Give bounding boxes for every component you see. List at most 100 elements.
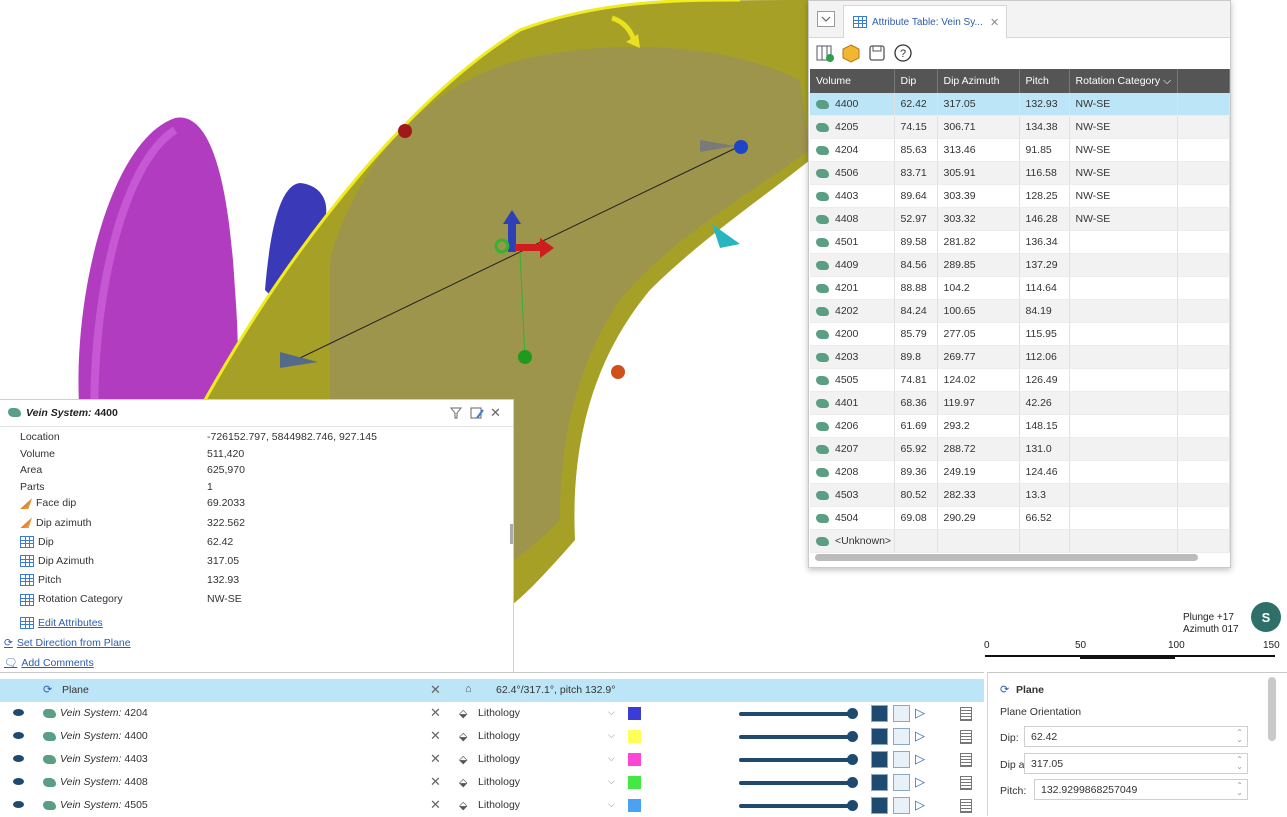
cell-dip-azimuth[interactable]: 290.29 (937, 506, 1020, 530)
cell-pitch[interactable]: 131.0 (1019, 437, 1070, 461)
slice-play-icon[interactable] (893, 705, 910, 722)
chevron-down-icon[interactable]: ⌵ (608, 707, 615, 718)
remove-icon[interactable]: ✕ (430, 728, 441, 744)
cell-rotation-category[interactable] (1069, 299, 1178, 323)
cell-pitch[interactable]: 124.46 (1019, 460, 1070, 484)
table-row[interactable]: 4202 84.24 100.65 84.19 (810, 299, 1230, 323)
cell-rotation-category[interactable] (1069, 345, 1178, 369)
dip-field[interactable]: 62.42 ⌃ ⌄ (1024, 726, 1248, 747)
table-row[interactable]: 4403 89.64 303.39 128.25 NW-SE (810, 184, 1230, 208)
cell-dip-azimuth[interactable]: 104.2 (937, 276, 1020, 300)
cell-dip-azimuth[interactable]: 288.72 (937, 437, 1020, 461)
cell-dip-azimuth[interactable]: 317.05 (937, 93, 1020, 116)
play-icon[interactable] (871, 728, 888, 745)
cell-volume[interactable]: 4207 (810, 437, 895, 461)
cell-rotation-category[interactable] (1069, 529, 1178, 553)
play-icon[interactable] (871, 751, 888, 768)
cell-dip[interactable]: 65.92 (894, 437, 938, 461)
table-row[interactable]: 4505 74.81 124.02 126.49 (810, 368, 1230, 392)
cell-volume[interactable]: 4401 (810, 391, 895, 415)
cell-dip[interactable]: 89.58 (894, 230, 938, 254)
cell-volume[interactable]: 4200 (810, 322, 895, 346)
remove-icon[interactable]: ✕ (430, 751, 441, 767)
opacity-slider[interactable] (739, 712, 853, 716)
cell-rotation-category[interactable] (1069, 391, 1178, 415)
colour-by-select[interactable]: Lithology (478, 753, 520, 765)
cell-pitch[interactable]: 84.19 (1019, 299, 1070, 323)
cell-dip[interactable]: 69.08 (894, 506, 938, 530)
cell-dip[interactable]: 84.24 (894, 299, 938, 323)
cell-volume[interactable]: 4400 (810, 93, 895, 116)
table-row[interactable]: 4401 68.36 119.97 42.26 (810, 391, 1230, 415)
cell-rotation-category[interactable] (1069, 414, 1178, 438)
table-row[interactable]: 4506 83.71 305.91 116.58 NW-SE (810, 161, 1230, 185)
filter-icon[interactable] (450, 407, 462, 419)
col-header-dip-azimuth[interactable]: Dip Azimuth (937, 69, 1020, 93)
colour-by-select[interactable]: Lithology (478, 707, 520, 719)
scene-row-plane[interactable]: ⟳ Plane ✕ ⌂ 62.4°/317.1°, pitch 132.9° (0, 679, 984, 702)
scene-row[interactable]: Vein System: 4408 ✕ ⬙ Lithology ⌵ ▷ (0, 771, 984, 794)
cell-dip-azimuth[interactable]: 269.77 (937, 345, 1020, 369)
scene-row[interactable]: Vein System: 4403 ✕ ⬙ Lithology ⌵ ▷ (0, 748, 984, 771)
cell-dip[interactable]: 85.63 (894, 138, 938, 162)
vertical-scrollbar[interactable] (1268, 677, 1276, 741)
cell-dip[interactable]: 80.52 (894, 483, 938, 507)
cell-dip-azimuth[interactable]: 124.02 (937, 368, 1020, 392)
cell-dip[interactable]: 74.15 (894, 115, 938, 139)
table-row[interactable]: 4204 85.63 313.46 91.85 NW-SE (810, 138, 1230, 162)
edit-table-icon[interactable] (470, 407, 484, 419)
slice-play-icon[interactable] (893, 797, 910, 814)
opacity-slider[interactable] (739, 804, 853, 808)
cell-dip[interactable]: 68.36 (894, 391, 938, 415)
slider-handle[interactable] (847, 708, 858, 719)
cube-icon[interactable] (841, 43, 861, 63)
cell-pitch[interactable]: 126.49 (1019, 368, 1070, 392)
cell-volume[interactable]: 4503 (810, 483, 895, 507)
horizontal-scrollbar[interactable] (815, 554, 1198, 561)
cell-pitch[interactable]: 146.28 (1019, 207, 1070, 231)
cell-dip[interactable]: 61.69 (894, 414, 938, 438)
table-row[interactable]: 4503 80.52 282.33 13.3 (810, 483, 1230, 507)
remove-icon[interactable]: ✕ (430, 797, 441, 813)
slice-play-icon[interactable] (893, 751, 910, 768)
outline-play-icon[interactable]: ▷ (915, 751, 930, 766)
table-row[interactable]: 4205 74.15 306.71 134.38 NW-SE (810, 115, 1230, 139)
play-icon[interactable] (871, 774, 888, 791)
outline-play-icon[interactable]: ▷ (915, 774, 930, 789)
slider-handle[interactable] (847, 731, 858, 742)
cell-pitch[interactable]: 136.34 (1019, 230, 1070, 254)
spinner-icon[interactable]: ⌃ ⌄ (1236, 729, 1243, 744)
col-header-pitch[interactable]: Pitch (1019, 69, 1070, 93)
cell-volume[interactable]: <Unknown> (810, 529, 895, 553)
cell-rotation-category[interactable] (1069, 253, 1178, 277)
colour-by-select[interactable]: Lithology (478, 730, 520, 742)
play-icon[interactable] (871, 705, 888, 722)
colour-by-select[interactable]: Lithology (478, 776, 520, 788)
opacity-slider[interactable] (739, 781, 853, 785)
cell-pitch[interactable]: 13.3 (1019, 483, 1070, 507)
cell-pitch[interactable] (1019, 529, 1070, 553)
colour-by-select[interactable]: Lithology (478, 799, 520, 811)
cell-dip-azimuth[interactable] (937, 529, 1020, 553)
cell-volume[interactable]: 4504 (810, 506, 895, 530)
cell-pitch[interactable]: 91.85 (1019, 138, 1070, 162)
cell-dip-azimuth[interactable]: 277.05 (937, 322, 1020, 346)
scene-row[interactable]: Vein System: 4204 ✕ ⬙ Lithology ⌵ ▷ (0, 702, 984, 725)
col-header-rotation-category[interactable]: Rotation Category ⌵ (1069, 69, 1178, 93)
cell-pitch[interactable]: 114.64 (1019, 276, 1070, 300)
cell-pitch[interactable]: 134.38 (1019, 115, 1070, 139)
cell-volume[interactable]: 4208 (810, 460, 895, 484)
cell-volume[interactable]: 4201 (810, 276, 895, 300)
cell-volume[interactable]: 4205 (810, 115, 895, 139)
chevron-down-icon[interactable]: ⌵ (608, 776, 615, 787)
cell-rotation-category[interactable]: NW-SE (1069, 115, 1178, 139)
resize-handle[interactable] (510, 524, 513, 544)
table-row[interactable]: 4408 52.97 303.32 146.28 NW-SE (810, 207, 1230, 231)
add-comments-link[interactable]: 🗨 Add Comments (4, 656, 94, 669)
cell-dip[interactable]: 85.79 (894, 322, 938, 346)
cell-rotation-category[interactable]: NW-SE (1069, 207, 1178, 231)
collapse-button[interactable] (817, 11, 835, 27)
cell-dip-azimuth[interactable]: 249.19 (937, 460, 1020, 484)
colour-swatch[interactable] (628, 753, 641, 766)
close-icon[interactable]: ✕ (490, 405, 501, 421)
